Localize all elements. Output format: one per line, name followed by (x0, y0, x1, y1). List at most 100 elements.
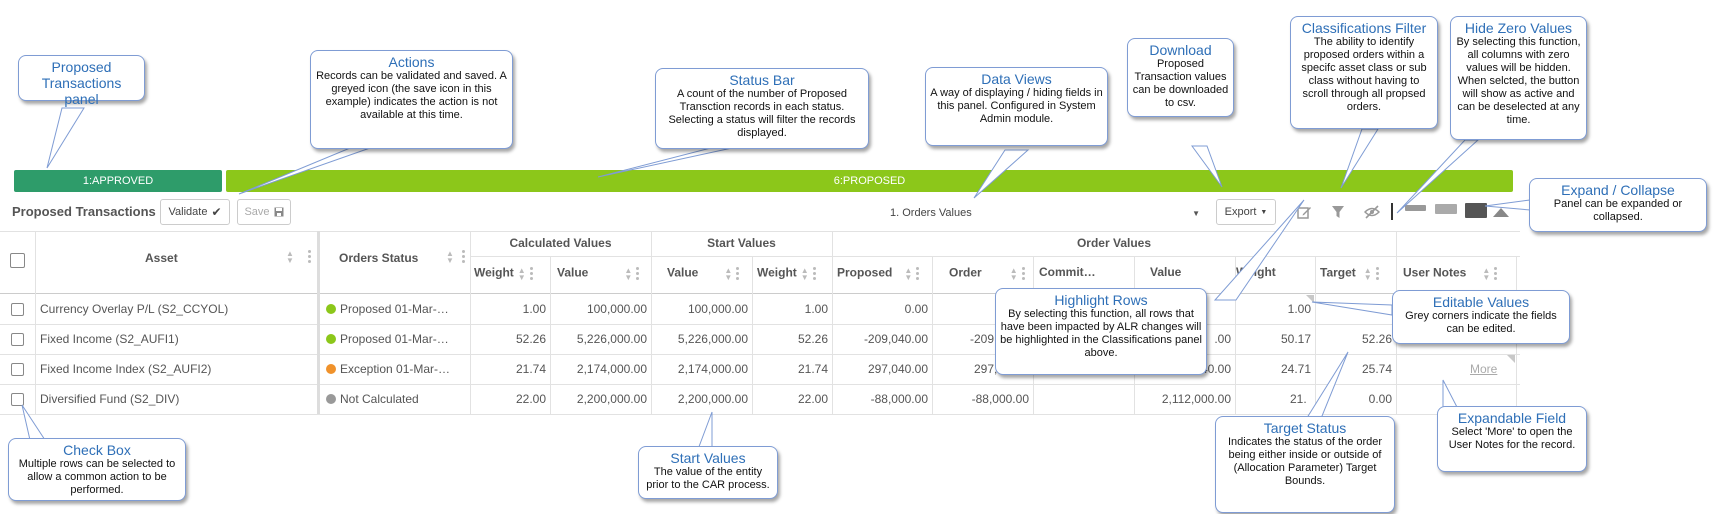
validate-button[interactable]: Validate ✔ (160, 199, 230, 225)
status-dot-icon (326, 304, 336, 314)
status-dot-icon (326, 334, 336, 344)
edit-icon[interactable] (1294, 202, 1314, 222)
column-menu-icon (1494, 265, 1498, 282)
collapse-small-icon[interactable] (1405, 205, 1426, 211)
status-proposed[interactable]: 6:PROPOSED (226, 170, 1513, 192)
asset-cell: Currency Overlay P/L (S2_CCYOL) (40, 302, 229, 316)
column-menu-icon[interactable] (308, 248, 312, 265)
calc-value-cell: 100,000.00 (586, 302, 647, 316)
calc-weight-cell: 52.26 (515, 332, 546, 346)
column-header-start-value[interactable]: Value ▲ ▼ (667, 265, 740, 282)
proposed-cell[interactable]: 0.00 (832, 302, 928, 316)
start-value-cell: 100,000.00 (687, 302, 748, 316)
callout-download: Download Proposed Transaction values can… (1127, 38, 1234, 117)
row-checkbox[interactable] (11, 303, 24, 316)
checkmark-icon: ✔ (211, 205, 222, 219)
editable-corner-marker (1306, 295, 1314, 303)
status-cell: Proposed 01-Mar-… (326, 302, 466, 316)
status-dot-icon (326, 364, 336, 374)
data-views-select[interactable]: 1. Orders Values ▼ (890, 203, 1200, 223)
start-value-cell: 2,200,000.00 (677, 392, 748, 406)
start-weight-cell: 52.26 (797, 332, 828, 346)
export-label: Export (1224, 206, 1257, 218)
column-menu-icon (736, 265, 740, 282)
order-weight-cell[interactable]: 21. (1290, 392, 1307, 406)
save-icon (274, 207, 284, 217)
calc-value-cell: 5,226,000.00 (576, 332, 647, 346)
start-weight-cell: 21.74 (797, 362, 828, 376)
column-menu-icon[interactable] (462, 248, 466, 265)
row-checkbox[interactable] (11, 333, 24, 346)
asset-cell: Fixed Income Index (S2_AUFI2) (40, 362, 212, 376)
callout-editable-values: Editable Values Grey corners indicate th… (1392, 290, 1570, 344)
proposed-cell[interactable]: 297,040.00 (832, 362, 928, 376)
proposed-cell[interactable]: -88,000.00 (832, 392, 928, 406)
select-all-checkbox[interactable] (10, 253, 25, 268)
column-header-calc-weight[interactable]: Weight ▲ ▼ (474, 265, 534, 282)
sort-icon[interactable]: ▲ ▼ (286, 250, 294, 265)
group-header-order-values: Order Values (1076, 236, 1152, 250)
expand-large-icon[interactable] (1465, 203, 1487, 218)
asset-cell: Fixed Income (S2_AUFI1) (40, 332, 179, 346)
column-header-calc-value[interactable]: Value ▲ ▼ (557, 265, 640, 282)
column-menu-icon (529, 265, 534, 282)
start-value-cell: 2,174,000.00 (677, 362, 748, 376)
callout-start-values: Start Values The value of the entity pri… (638, 446, 778, 499)
column-header-start-weight[interactable]: Weight ▲ ▼ (757, 265, 817, 282)
group-header-calculated-values: Calculated Values (509, 236, 612, 250)
target-cell: 52.26 (1361, 332, 1392, 346)
filter-icon[interactable] (1328, 202, 1348, 222)
eye-slash-icon[interactable] (1362, 202, 1382, 222)
calc-weight-cell: 21.74 (515, 362, 546, 376)
callout-hide-zero-values: Hide Zero Values By selecting this funct… (1450, 16, 1587, 140)
column-header-order-value[interactable]: Value (1150, 265, 1181, 279)
asset-cell: Diversified Fund (S2_DIV) (40, 392, 180, 406)
column-header-committed[interactable]: Commit… (1039, 265, 1096, 279)
callout-data-views: Data Views A way of displaying / hiding … (925, 67, 1108, 146)
row-checkbox[interactable] (11, 393, 24, 406)
column-header-proposed[interactable]: Proposed ▲ ▼ (837, 265, 920, 282)
callout-expand-collapse: Expand / Collapse Panel can be expanded … (1529, 178, 1707, 232)
save-button[interactable]: Save (237, 199, 291, 225)
row-checkbox[interactable] (11, 363, 24, 376)
caret-down-icon: ▼ (1192, 208, 1200, 218)
order-weight-cell[interactable]: 24.71 (1235, 362, 1311, 376)
caret-down-icon: ▼ (1260, 208, 1268, 216)
column-header-user-notes[interactable]: User Notes ▲ ▼ (1403, 265, 1498, 282)
calc-value-cell: 2,174,000.00 (576, 362, 647, 376)
user-notes-more-link[interactable]: More (1470, 362, 1497, 376)
order-cell[interactable]: -88,000.00 (932, 392, 1029, 406)
sort-icon: ▲ ▼ (904, 265, 913, 282)
sort-icon: ▲ ▼ (724, 265, 733, 282)
collapse-panel-icon[interactable] (1493, 208, 1509, 217)
callout-expandable-field: Expandable Field Select 'More' to open t… (1437, 406, 1587, 472)
status-cell: Proposed 01-Mar-… (326, 332, 466, 346)
start-value-cell: 5,226,000.00 (677, 332, 748, 346)
proposed-cell[interactable]: -209,040.00 (832, 332, 928, 346)
toolbar-divider (1391, 203, 1393, 220)
column-header-order-weight[interactable]: Weight (1236, 265, 1276, 279)
sort-icon: ▲ ▼ (1009, 265, 1018, 282)
group-header-start-values: Start Values (707, 236, 776, 250)
sort-icon[interactable]: ▲ ▼ (446, 250, 454, 265)
collapse-medium-icon[interactable] (1435, 204, 1457, 214)
column-menu-icon (812, 265, 817, 282)
column-header-target[interactable]: Target ▲ ▼ (1320, 265, 1380, 282)
status-approved[interactable]: 1:APPROVED (14, 170, 222, 192)
editable-corner-marker (1507, 355, 1515, 363)
column-header-orders-status[interactable]: Orders Status (339, 251, 418, 265)
sort-icon: ▲ ▼ (517, 265, 526, 282)
column-header-order[interactable]: Order ▲ ▼ (949, 265, 1026, 282)
order-weight-cell[interactable]: 50.17 (1235, 332, 1311, 346)
order-weight-cell[interactable]: 1.00 (1235, 302, 1311, 316)
status-cell: Exception 01-Mar-… (326, 362, 466, 376)
column-header-asset[interactable]: Asset (145, 251, 178, 265)
status-cell: Not Calculated (326, 392, 466, 406)
order-value-cell: 2,112,000.00 (1161, 392, 1231, 406)
panel-title: Proposed Transactions (12, 204, 156, 219)
data-views-value: 1. Orders Values (890, 207, 972, 219)
calc-weight-cell: 1.00 (522, 302, 546, 316)
callout-classifications-filter: Classifications Filter The ability to id… (1290, 16, 1438, 129)
callout-proposed-transactions-panel: Proposed Transactions panel (18, 55, 145, 107)
export-button[interactable]: Export ▼ (1216, 199, 1276, 225)
